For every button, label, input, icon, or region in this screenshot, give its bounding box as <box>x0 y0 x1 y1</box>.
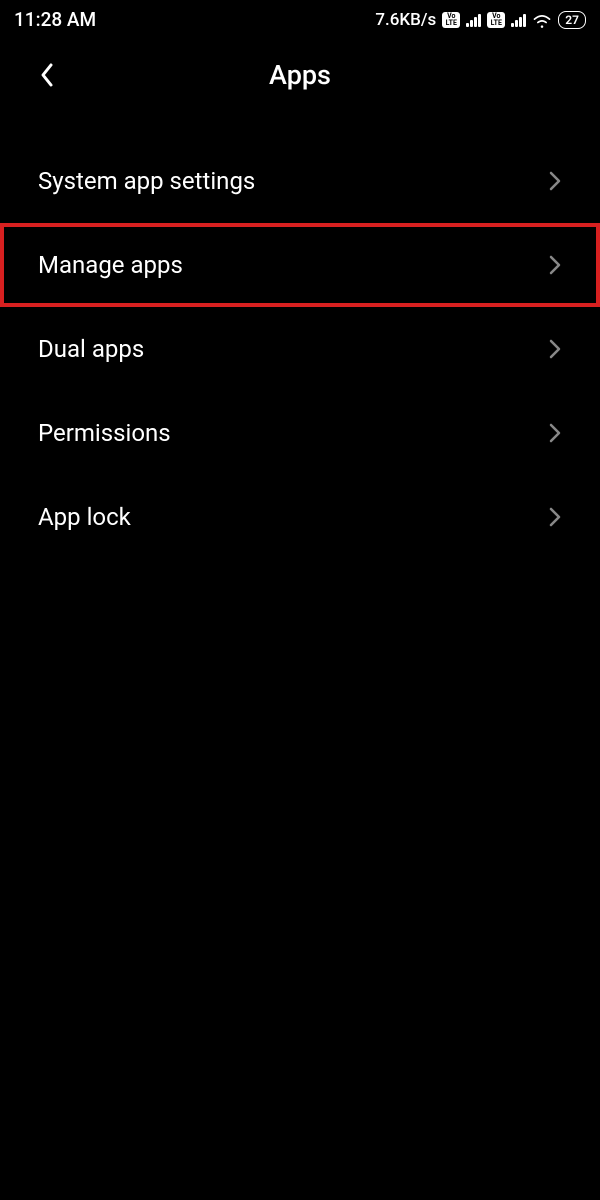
chevron-left-icon <box>38 61 56 89</box>
chevron-right-icon <box>548 337 562 361</box>
menu-item-label: Permissions <box>38 419 171 447</box>
menu-item-label: Dual apps <box>38 335 144 363</box>
status-right: 7.6KB/s VoLTE VoLTE 27 <box>375 10 586 30</box>
status-bar: 11:28 AM 7.6KB/s VoLTE VoLTE 27 <box>0 0 600 37</box>
signal-icon <box>511 12 526 27</box>
signal-icon <box>466 12 481 27</box>
status-time: 11:28 AM <box>14 8 96 31</box>
battery-level: 27 <box>565 13 579 27</box>
menu-item-dual-apps[interactable]: Dual apps <box>0 307 600 391</box>
volte-icon: VoLTE <box>442 12 460 28</box>
wifi-icon <box>532 12 552 28</box>
menu-item-permissions[interactable]: Permissions <box>0 391 600 475</box>
chevron-right-icon <box>548 421 562 445</box>
volte-icon: VoLTE <box>487 12 505 28</box>
chevron-right-icon <box>548 253 562 277</box>
menu-item-app-lock[interactable]: App lock <box>0 475 600 559</box>
menu-item-label: Manage apps <box>38 251 183 279</box>
menu-list: System app settings Manage apps Dual app… <box>0 115 600 559</box>
battery-icon: 27 <box>558 11 586 29</box>
back-button[interactable] <box>32 60 62 90</box>
menu-item-manage-apps[interactable]: Manage apps <box>0 223 600 307</box>
menu-item-system-app-settings[interactable]: System app settings <box>0 139 600 223</box>
chevron-right-icon <box>548 505 562 529</box>
menu-item-label: App lock <box>38 503 131 531</box>
page-header: Apps <box>0 37 600 115</box>
menu-item-label: System app settings <box>38 167 255 195</box>
network-speed: 7.6KB/s <box>375 10 436 30</box>
page-title: Apps <box>18 59 582 91</box>
chevron-right-icon <box>548 169 562 193</box>
